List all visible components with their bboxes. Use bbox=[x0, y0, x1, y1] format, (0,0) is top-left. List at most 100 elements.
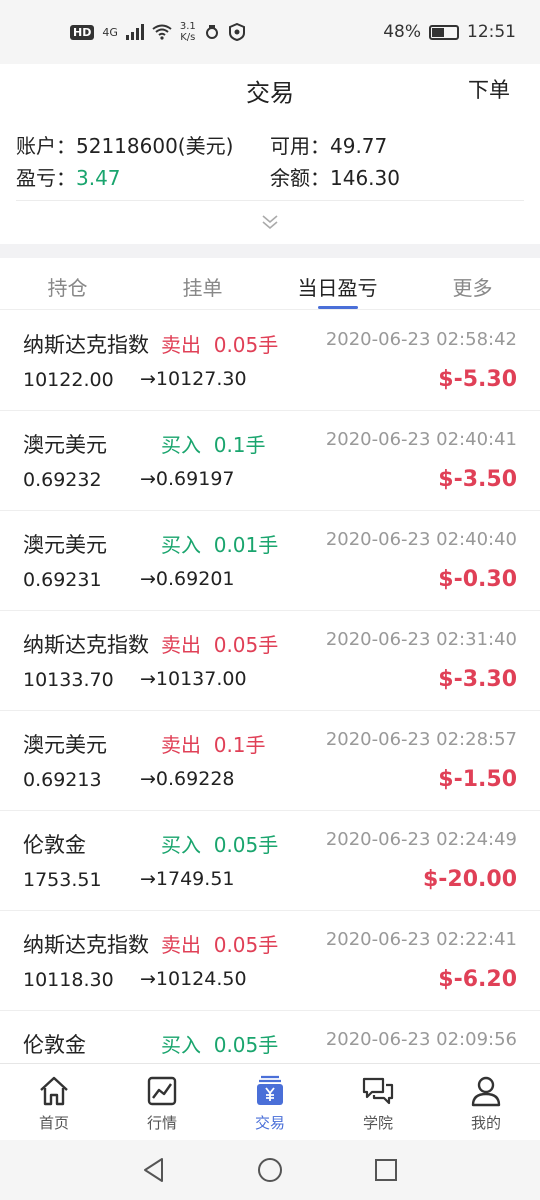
close-price: →0.69228 bbox=[140, 768, 235, 790]
open-price: 0.69232 bbox=[23, 469, 102, 491]
close-price: →0.69197 bbox=[140, 468, 235, 490]
clock: 12:51 bbox=[467, 22, 516, 42]
trade-direction: 买入 0.1手 bbox=[161, 433, 266, 457]
divider bbox=[16, 200, 524, 201]
trade-row[interactable]: 澳元美元 卖出 0.1手 2020-06-23 02:28:57 0.69213… bbox=[0, 711, 540, 811]
trade-tabs: 持仓 挂单 当日盈亏 更多 bbox=[0, 260, 540, 310]
nav-label: 学院 bbox=[362, 1114, 393, 1132]
open-price: 1753.51 bbox=[23, 869, 102, 891]
app-header: 交易 下单 bbox=[0, 64, 540, 116]
expand-chevron-icon[interactable] bbox=[258, 212, 282, 232]
balance: 余额：146.30 bbox=[270, 165, 400, 190]
section-separator bbox=[0, 244, 540, 258]
trade-row[interactable]: 纳斯达克指数 卖出 0.05手 2020-06-23 02:31:40 1013… bbox=[0, 611, 540, 711]
nav-label: 行情 bbox=[146, 1114, 177, 1132]
trade-row[interactable]: 澳元美元 买入 0.1手 2020-06-23 02:40:41 0.69232… bbox=[0, 411, 540, 511]
open-price: 0.69213 bbox=[23, 769, 102, 791]
close-price: →10127.30 bbox=[140, 368, 247, 390]
trade-direction: 买入 0.05手 bbox=[161, 1033, 279, 1057]
page-title: 交易 bbox=[246, 78, 294, 107]
battery-icon bbox=[429, 24, 459, 40]
bottom-nav: 首页 行情 交易 学院 我的 bbox=[0, 1063, 540, 1140]
account-number: 账户：52118600(美元) bbox=[16, 133, 234, 158]
nav-home[interactable]: 首页 bbox=[0, 1064, 108, 1140]
instrument-name: 澳元美元 bbox=[23, 733, 107, 757]
chart-icon bbox=[147, 1076, 177, 1106]
place-order-button[interactable]: 下单 bbox=[468, 74, 510, 104]
trade-row[interactable]: 纳斯达克指数 卖出 0.05手 2020-06-23 02:22:41 1011… bbox=[0, 911, 540, 1011]
trade-pnl: $-6.20 bbox=[438, 967, 517, 992]
trade-pnl: $-20.00 bbox=[422, 867, 517, 892]
trade-pnl: $-0.30 bbox=[438, 567, 517, 592]
trade-time: 2020-06-23 02:28:57 bbox=[325, 729, 517, 750]
trade-pnl: $-1.50 bbox=[438, 767, 517, 792]
trade-time: 2020-06-23 02:24:49 bbox=[325, 829, 517, 850]
open-price: 10133.70 bbox=[23, 669, 114, 691]
trade-time: 2020-06-23 02:40:40 bbox=[325, 529, 517, 550]
trade-row[interactable]: 纳斯达克指数 卖出 0.05手 2020-06-23 02:58:42 1012… bbox=[0, 311, 540, 411]
instrument-name: 伦敦金 bbox=[23, 833, 86, 857]
trade-direction: 买入 0.01手 bbox=[161, 533, 279, 557]
trade-row[interactable]: 伦敦金 买入 0.05手 2020-06-23 02:09:56 bbox=[0, 1011, 540, 1063]
system-nav-bar bbox=[0, 1140, 540, 1200]
nav-market[interactable]: 行情 bbox=[108, 1064, 216, 1140]
open-price: 10122.00 bbox=[23, 369, 114, 391]
trade-direction: 卖出 0.05手 bbox=[161, 633, 279, 657]
close-price: →0.69201 bbox=[140, 568, 235, 590]
instrument-name: 纳斯达克指数 bbox=[23, 333, 149, 357]
open-price: 10118.30 bbox=[23, 969, 114, 991]
tab-daily-pnl[interactable]: 当日盈亏 bbox=[270, 260, 405, 309]
instrument-name: 纳斯达克指数 bbox=[23, 933, 149, 957]
instrument-name: 澳元美元 bbox=[23, 533, 107, 557]
nav-label: 我的 bbox=[470, 1114, 501, 1132]
trade-time: 2020-06-23 02:58:42 bbox=[325, 329, 517, 350]
notification-app-icon-2 bbox=[228, 23, 245, 41]
status-bar: HD 4G 3.1 K/s 48% 12:51 bbox=[0, 0, 540, 64]
trade-time: 2020-06-23 02:22:41 bbox=[325, 929, 517, 950]
trade-direction: 卖出 0.05手 bbox=[161, 933, 279, 957]
nav-label: 首页 bbox=[38, 1114, 69, 1132]
nav-label: 交易 bbox=[254, 1114, 285, 1132]
tab-pending-orders[interactable]: 挂单 bbox=[135, 260, 270, 309]
nav-trade[interactable]: 交易 bbox=[216, 1064, 324, 1140]
home-icon bbox=[40, 1076, 68, 1106]
trade-row[interactable]: 澳元美元 买入 0.01手 2020-06-23 02:40:40 0.6923… bbox=[0, 511, 540, 611]
network-type: 4G bbox=[102, 25, 118, 39]
trade-pnl: $-3.50 bbox=[438, 467, 517, 492]
instrument-name: 伦敦金 bbox=[23, 1033, 86, 1057]
trade-list: 纳斯达克指数 卖出 0.05手 2020-06-23 02:58:42 1012… bbox=[0, 311, 540, 1063]
trade-pnl: $-5.30 bbox=[438, 367, 517, 392]
yen-wallet-icon bbox=[257, 1075, 283, 1105]
account-summary: 账户：52118600(美元) 可用：49.77 盈亏：3.47 余额：146.… bbox=[16, 128, 524, 192]
trade-direction: 卖出 0.05手 bbox=[161, 333, 279, 357]
chat-icon bbox=[362, 1077, 394, 1105]
trade-row[interactable]: 伦敦金 买入 0.05手 2020-06-23 02:24:49 1753.51… bbox=[0, 811, 540, 911]
profit-loss: 盈亏：3.47 bbox=[16, 165, 121, 190]
nav-academy[interactable]: 学院 bbox=[324, 1064, 432, 1140]
network-speed: 3.1 K/s bbox=[179, 21, 196, 43]
trade-direction: 卖出 0.1手 bbox=[161, 733, 266, 757]
notification-app-icon bbox=[205, 25, 218, 39]
instrument-name: 澳元美元 bbox=[23, 433, 107, 457]
close-price: →1749.51 bbox=[140, 868, 235, 890]
trade-direction: 买入 0.05手 bbox=[161, 833, 279, 857]
instrument-name: 纳斯达克指数 bbox=[23, 633, 149, 657]
close-price: →10124.50 bbox=[140, 968, 247, 990]
trade-time: 2020-06-23 02:31:40 bbox=[325, 629, 517, 650]
tab-more[interactable]: 更多 bbox=[405, 260, 540, 309]
home-circle-icon[interactable] bbox=[256, 1156, 284, 1184]
close-price: →10137.00 bbox=[140, 668, 247, 690]
wifi-icon bbox=[152, 24, 172, 40]
recents-icon[interactable] bbox=[372, 1156, 400, 1184]
trade-time: 2020-06-23 02:40:41 bbox=[325, 429, 517, 450]
trade-time: 2020-06-23 02:09:56 bbox=[325, 1029, 517, 1050]
signal-icon bbox=[125, 24, 144, 40]
available-funds: 可用：49.77 bbox=[270, 133, 388, 158]
tab-positions[interactable]: 持仓 bbox=[0, 260, 135, 309]
user-icon bbox=[471, 1076, 501, 1107]
trade-pnl: $-3.30 bbox=[438, 667, 517, 692]
hd-indicator: HD bbox=[70, 24, 95, 40]
back-icon[interactable] bbox=[140, 1156, 168, 1184]
nav-profile[interactable]: 我的 bbox=[432, 1064, 540, 1140]
open-price: 0.69231 bbox=[23, 569, 102, 591]
